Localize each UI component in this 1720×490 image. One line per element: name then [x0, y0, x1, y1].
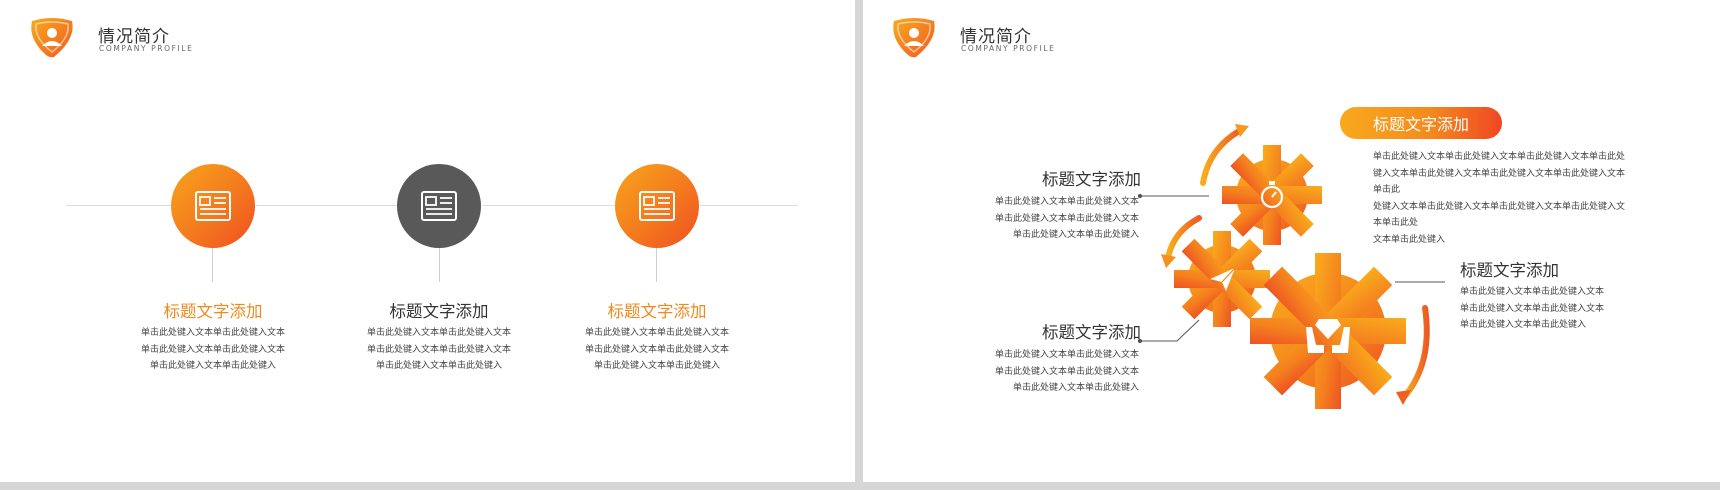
- body-line: 单击此处键入文本单击此处键入: [593, 361, 720, 371]
- timeline-node-3: [615, 164, 699, 248]
- body-line: 单击此处键入文本单击此处键入文本: [140, 328, 285, 338]
- bottom-left-title: 标题文字添加: [1042, 323, 1141, 342]
- top-right-body: 单击此处键入文本单击此处键入文本单击此处键入文本单击此处 键入文本单击此处键入文…: [1373, 149, 1633, 248]
- column-title-3: 标题文字添加: [607, 302, 707, 321]
- body-line: 单击此处键入文本单击此处键入文本: [1460, 303, 1605, 314]
- slide-company-profile-timeline: 情况简介 COMPANY PROFILE 标题文字添加 单击此处键入文本单击此处…: [0, 0, 855, 482]
- connector-line: [439, 248, 440, 282]
- timeline-line: [256, 205, 398, 206]
- arrow-head: [1396, 390, 1411, 405]
- column-body-3: 单击此处键入文本单击此处键入文本 单击此处键入文本单击此处键入文本 单击此处键入…: [547, 325, 767, 375]
- body-line: 单击此处键入文本单击此处键入文本单击此处键入文本单击此处: [1373, 152, 1626, 162]
- circular-arrow-icon: [1402, 305, 1430, 399]
- header-subtitle: COMPANY PROFILE: [99, 44, 194, 53]
- body-line: 文本单击此处键入: [1373, 234, 1446, 245]
- document-icon: [421, 191, 457, 221]
- profile-badge-icon: [31, 18, 73, 58]
- gear-middle: [1174, 231, 1270, 327]
- body-line: 处键入文本单击此处键入文本单击此处键入文本单击此处键入文本单击此处: [1373, 201, 1626, 229]
- body-line: 单击此处键入文本单击此处键入文本: [366, 328, 511, 338]
- body-line: 单击此处键入文本单击此处键入: [1012, 383, 1139, 393]
- gear-large: [1250, 253, 1406, 409]
- arrow-head: [1161, 254, 1176, 268]
- document-icon: [195, 191, 231, 221]
- timeline-line: [700, 205, 798, 206]
- leader-line: [1140, 319, 1200, 342]
- connector-line: [212, 248, 213, 282]
- body-line: 单击此处键入文本单击此处键入文本: [140, 344, 285, 355]
- column-title-1: 标题文字添加: [163, 302, 263, 321]
- bottom-right-body: 单击此处键入文本单击此处键入文本 单击此处键入文本单击此处键入文本 单击此处键入…: [1460, 284, 1640, 334]
- timeline-line: [66, 205, 172, 206]
- bottom-left-body: 单击此处键入文本单击此处键入文本 单击此处键入文本单击此处键入文本 单击此处键入…: [961, 347, 1139, 397]
- body-line: 单击此处键入文本单击此处键入: [375, 361, 502, 371]
- top-left-title: 标题文字添加: [1042, 170, 1141, 189]
- column-body-2: 单击此处键入文本单击此处键入文本 单击此处键入文本单击此处键入文本 单击此处键入…: [329, 325, 549, 375]
- document-icon: [639, 191, 675, 221]
- bottom-right-title: 标题文字添加: [1460, 261, 1559, 280]
- body-line: 单击此处键入文本单击此处键入文本: [994, 350, 1139, 360]
- timeline-line: [482, 205, 616, 206]
- circular-arrow-icon: [1200, 127, 1244, 186]
- highlight-title-pill: 标题文字添加: [1340, 107, 1502, 139]
- body-line: 单击此处键入文本单击此处键入文本: [994, 366, 1139, 377]
- body-line: 单击此处键入文本单击此处键入: [1012, 230, 1139, 240]
- body-line: 单击此处键入文本单击此处键入: [149, 361, 276, 371]
- column-title-2: 标题文字添加: [389, 302, 489, 321]
- connector-line: [656, 248, 657, 282]
- column-body-1: 单击此处键入文本单击此处键入文本 单击此处键入文本单击此处键入文本 单击此处键入…: [103, 325, 323, 375]
- gear-top: [1222, 145, 1322, 245]
- top-left-body: 单击此处键入文本单击此处键入文本 单击此处键入文本单击此处键入文本 单击此处键入…: [961, 194, 1139, 244]
- timeline-node-1: [171, 164, 255, 248]
- body-line: 单击此处键入文本单击此处键入文本: [584, 328, 729, 338]
- timeline-node-2: [397, 164, 481, 248]
- body-line: 单击此处键入文本单击此处键入文本: [994, 197, 1139, 207]
- body-line: 单击此处键入文本单击此处键入文本: [584, 344, 729, 355]
- body-line: 键入文本单击此处键入文本单击此处键入文本单击此处键入文本单击此: [1373, 168, 1626, 196]
- body-line: 单击此处键入文本单击此处键入文本: [366, 344, 511, 355]
- body-line: 单击此处键入文本单击此处键入文本: [1460, 287, 1605, 297]
- body-line: 单击此处键入文本单击此处键入文本: [994, 213, 1139, 224]
- body-line: 单击此处键入文本单击此处键入: [1460, 320, 1587, 330]
- slide-company-profile-gears: 情况简介 COMPANY PROFILE 标题文字添加 单击此处键入文本单击此处…: [863, 0, 1720, 482]
